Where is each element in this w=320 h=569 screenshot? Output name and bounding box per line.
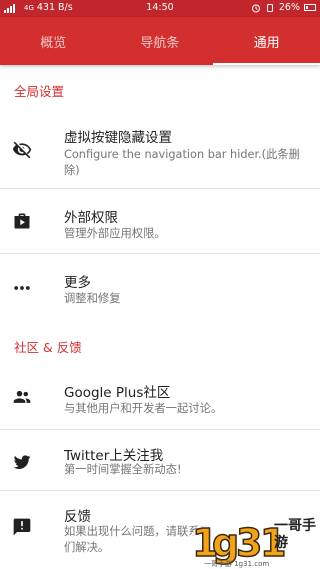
watermark-logo: 1 g 3 1 一哥手游 一哥手游 1g31.com <box>178 512 320 569</box>
eye-off-icon <box>12 141 32 159</box>
tab-general[interactable]: 通用 <box>213 17 320 65</box>
tab-navbar[interactable]: 导航条 <box>107 17 214 65</box>
item-subtitle: 第一时间掌握全新动态! <box>64 463 182 476</box>
status-right: 26% <box>251 2 316 13</box>
battery-percent: 26% <box>278 2 300 13</box>
watermark-brand: 一哥手游 <box>274 518 316 551</box>
group-icon <box>13 390 31 403</box>
tab-bar: 概览 导航条 通用 <box>0 17 320 65</box>
shop-bag-icon <box>14 213 30 229</box>
item-title: 外部权限 <box>64 210 118 226</box>
settings-item-external-permissions[interactable]: 外部权限 管理外部应用权限。 <box>0 189 320 253</box>
section-header-community: 社区 & 反馈 <box>14 340 82 355</box>
settings-item-twitter[interactable]: Twitter上关注我 第一时间掌握全新动态! <box>0 430 320 490</box>
rotation-icon <box>266 3 273 12</box>
tab-label: 导航条 <box>140 35 180 51</box>
alarm-icon <box>251 4 260 12</box>
item-subtitle: 调整和修复 <box>64 292 121 305</box>
item-subtitle: 与其他用户和开发者一起讨论。 <box>64 402 223 415</box>
tab-indicator <box>213 63 320 65</box>
settings-item-more[interactable]: 更多 调整和修复 <box>0 254 320 318</box>
status-bar: 4G 431 B/s 14:50 26% <box>0 0 320 17</box>
watermark-url: 一哥手游 1g31.com <box>204 560 270 568</box>
tab-label: 概览 <box>40 35 67 51</box>
item-title: 虚拟按键隐藏设置 <box>64 130 172 146</box>
battery-icon <box>304 4 316 11</box>
twitter-icon <box>13 455 31 469</box>
settings-item-navbar-hider[interactable]: 虚拟按键隐藏设置 Configure the navigation bar hi… <box>0 110 320 188</box>
item-title: 反馈 <box>64 509 91 525</box>
section-header-global: 全局设置 <box>14 84 65 99</box>
settings-item-google-plus[interactable]: Google Plus社区 与其他用户和开发者一起讨论。 <box>0 365 320 429</box>
item-title: 更多 <box>64 275 91 291</box>
item-title: Twitter上关注我 <box>64 448 164 464</box>
status-time: 14:50 <box>146 2 174 13</box>
feedback-icon <box>13 518 31 536</box>
tab-label: 通用 <box>253 35 280 51</box>
tab-overview[interactable]: 概览 <box>0 17 107 65</box>
more-horiz-icon <box>14 286 30 290</box>
item-subtitle: 管理外部应用权限。 <box>64 227 166 240</box>
item-subtitle: Configure the navigation bar hider.(此条删除… <box>64 148 300 177</box>
item-title: Google Plus社区 <box>64 385 171 401</box>
